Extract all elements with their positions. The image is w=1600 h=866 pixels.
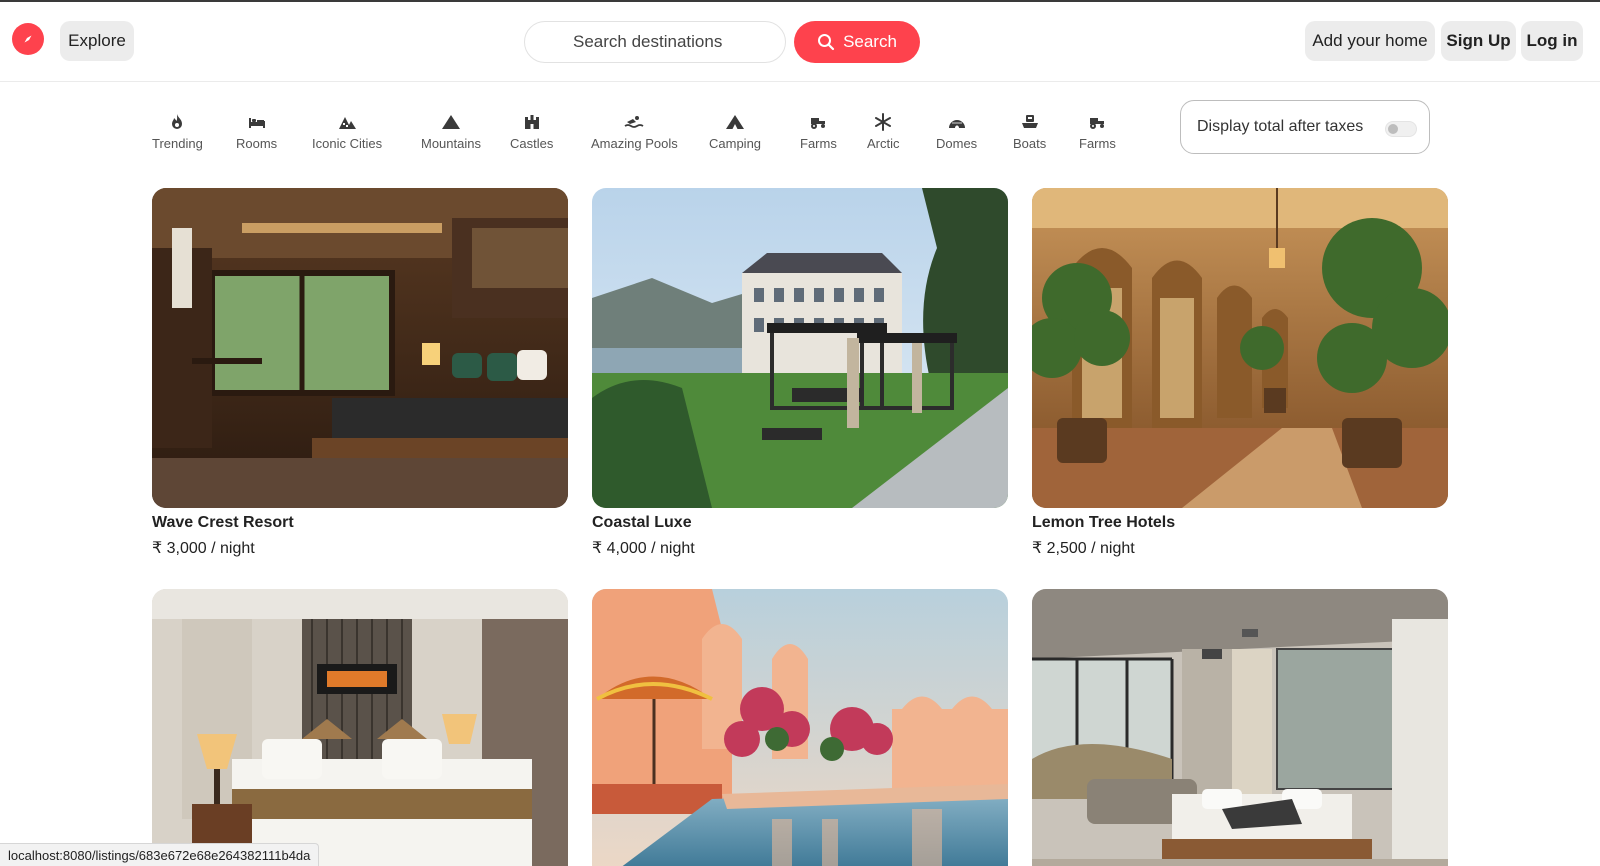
explore-button[interactable]: Explore <box>60 21 134 61</box>
browser-status-url: localhost:8080/listings/683e672e68e26438… <box>0 843 320 866</box>
listing-title: Coastal Luxe <box>592 514 692 531</box>
mountain-icon <box>441 115 460 129</box>
igloo-icon <box>948 120 965 128</box>
filter-farms[interactable]: Farms <box>800 112 837 151</box>
filter-camping[interactable]: Camping <box>709 112 761 151</box>
navbar: Explore Search Add your home Sign Up Log… <box>0 2 1600 82</box>
listing-price: ₹ 4,000 / night <box>592 540 695 557</box>
search-button[interactable]: Search <box>794 21 920 63</box>
filter-castles[interactable]: Castles <box>510 112 553 151</box>
filter-boats[interactable]: Boats <box>1013 112 1046 151</box>
filter-iconic-cities[interactable]: Iconic Cities <box>312 112 382 151</box>
filter-amazing-pools[interactable]: Amazing Pools <box>591 112 678 151</box>
listing-image[interactable] <box>592 188 1008 508</box>
listing-image[interactable] <box>1032 589 1448 866</box>
filter-farms-2[interactable]: Farms <box>1079 112 1116 151</box>
listing-image[interactable] <box>1032 188 1448 508</box>
log-in-button[interactable]: Log in <box>1521 21 1583 61</box>
tractor-icon <box>811 118 826 129</box>
listing-card[interactable]: Lemon Tree Hotels ₹ 2,500 / night <box>1032 188 1448 558</box>
search-input[interactable] <box>524 21 786 63</box>
filter-rooms[interactable]: Rooms <box>236 112 277 151</box>
listing-title: Lemon Tree Hotels <box>1032 514 1176 531</box>
magnifier-icon <box>818 34 835 51</box>
castle-icon <box>524 115 539 129</box>
tractor-icon <box>1090 118 1105 129</box>
tax-toggle-panel[interactable]: Display total after taxes <box>1180 100 1430 154</box>
add-your-home-button[interactable]: Add your home <box>1305 21 1435 61</box>
listing-card[interactable] <box>1032 589 1448 866</box>
filter-domes[interactable]: Domes <box>936 112 977 151</box>
snowflake-icon <box>875 113 892 131</box>
listing-price: ₹ 3,000 / night <box>152 540 255 557</box>
listing-price: ₹ 2,500 / night <box>1032 540 1135 557</box>
bed-icon <box>248 118 265 128</box>
compass-logo-icon[interactable] <box>12 23 44 55</box>
ship-icon <box>1021 115 1038 128</box>
listing-card[interactable]: Wave Crest Resort ₹ 3,000 / night <box>152 188 568 558</box>
city-icon <box>339 117 357 129</box>
tent-icon <box>726 115 745 129</box>
tax-toggle-switch[interactable] <box>1385 121 1417 137</box>
sign-up-button[interactable]: Sign Up <box>1441 21 1516 61</box>
listing-card[interactable] <box>592 589 1008 866</box>
swimmer-icon <box>624 116 644 128</box>
filter-trending[interactable]: Trending <box>152 112 203 151</box>
listing-card[interactable] <box>152 589 568 866</box>
tax-toggle-label: Display total after taxes <box>1197 118 1364 135</box>
filter-arctic[interactable]: Arctic <box>867 112 900 151</box>
fire-icon <box>172 114 183 129</box>
filter-mountains[interactable]: Mountains <box>421 112 481 151</box>
listing-image[interactable] <box>152 188 568 508</box>
listing-card[interactable]: Coastal Luxe ₹ 4,000 / night <box>592 188 1008 558</box>
listing-image[interactable] <box>592 589 1008 866</box>
listing-image[interactable] <box>152 589 568 866</box>
listing-title: Wave Crest Resort <box>152 514 294 531</box>
toggle-knob <box>1388 124 1398 134</box>
search-button-label: Search <box>843 32 897 51</box>
